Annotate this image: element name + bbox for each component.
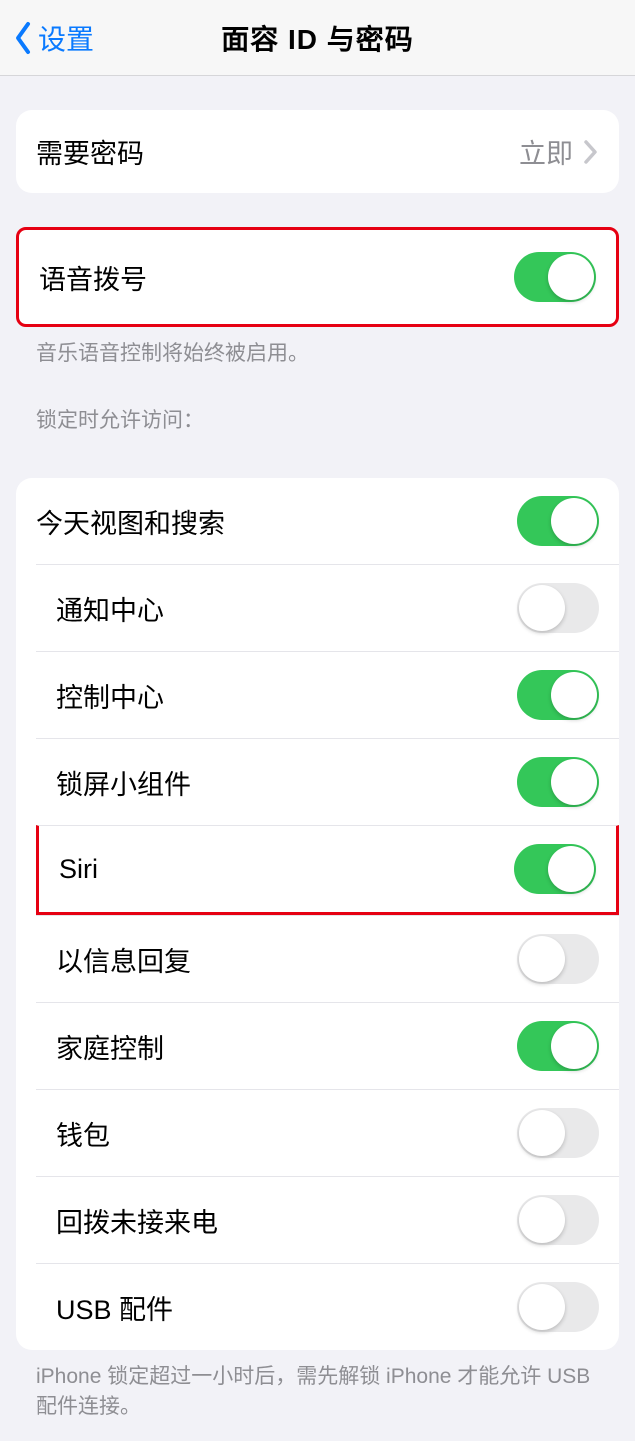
allow-row-5: 以信息回复 xyxy=(36,915,619,1002)
allow-label: Siri xyxy=(59,854,98,885)
allow-label: 今天视图和搜索 xyxy=(36,502,225,541)
allow-label: 控制中心 xyxy=(56,676,164,715)
allow-access-header: 锁定时允许访问： xyxy=(16,368,619,444)
voice-dial-row: 语音拨号 xyxy=(19,230,616,324)
allow-toggle-1[interactable] xyxy=(517,583,599,633)
chevron-right-icon xyxy=(583,139,599,165)
require-passcode-row[interactable]: 需要密码 立即 xyxy=(16,110,619,193)
voice-dial-note: 音乐语音控制将始终被启用。 xyxy=(16,327,619,368)
allow-label: 通知中心 xyxy=(56,589,164,628)
allow-access-list: 今天视图和搜索通知中心控制中心锁屏小组件 Siri 以信息回复家庭控制钱包回拨未接来… xyxy=(16,478,619,1350)
allow-row-0: 今天视图和搜索 xyxy=(16,478,619,564)
require-passcode-label: 需要密码 xyxy=(36,132,144,171)
allow-label: 以信息回复 xyxy=(56,940,191,979)
allow-row-1: 通知中心 xyxy=(36,564,619,651)
page-title: 面容 ID 与密码 xyxy=(0,18,635,58)
usb-note: iPhone 锁定超过一小时后，需先解锁 iPhone 才能允许 USB 配件连… xyxy=(16,1350,619,1421)
allow-toggle-3[interactable] xyxy=(517,757,599,807)
allow-toggle-8[interactable] xyxy=(517,1195,599,1245)
allow-row-7: 钱包 xyxy=(36,1089,619,1176)
allow-label: 回拨未接来电 xyxy=(56,1201,218,1240)
allow-label: 家庭控制 xyxy=(56,1027,164,1066)
allow-row-3: 锁屏小组件 xyxy=(36,738,619,825)
require-passcode-value: 立即 xyxy=(519,132,573,171)
back-label: 设置 xyxy=(38,18,94,58)
allow-row-8: 回拨未接来电 xyxy=(36,1176,619,1263)
allow-toggle-2[interactable] xyxy=(517,670,599,720)
voice-dial-toggle[interactable] xyxy=(514,252,596,302)
allow-toggle-9[interactable] xyxy=(517,1282,599,1332)
voice-dial-group: 语音拨号 xyxy=(16,227,619,327)
allow-toggle-4[interactable] xyxy=(514,844,596,894)
allow-label: 钱包 xyxy=(56,1114,110,1153)
require-passcode-group: 需要密码 立即 xyxy=(16,110,619,193)
nav-bar: 设置 面容 ID 与密码 xyxy=(0,0,635,76)
allow-label: 锁屏小组件 xyxy=(56,763,191,802)
allow-toggle-7[interactable] xyxy=(517,1108,599,1158)
allow-row-4: Siri xyxy=(36,825,619,915)
allow-toggle-0[interactable] xyxy=(517,496,599,546)
allow-row-9: USB 配件 xyxy=(36,1263,619,1350)
allow-label: USB 配件 xyxy=(56,1288,173,1327)
allow-toggle-6[interactable] xyxy=(517,1021,599,1071)
chevron-left-icon xyxy=(12,20,34,56)
allow-row-2: 控制中心 xyxy=(36,651,619,738)
allow-row-6: 家庭控制 xyxy=(36,1002,619,1089)
back-button[interactable]: 设置 xyxy=(0,18,94,58)
allow-toggle-5[interactable] xyxy=(517,934,599,984)
voice-dial-label: 语音拨号 xyxy=(39,258,147,297)
